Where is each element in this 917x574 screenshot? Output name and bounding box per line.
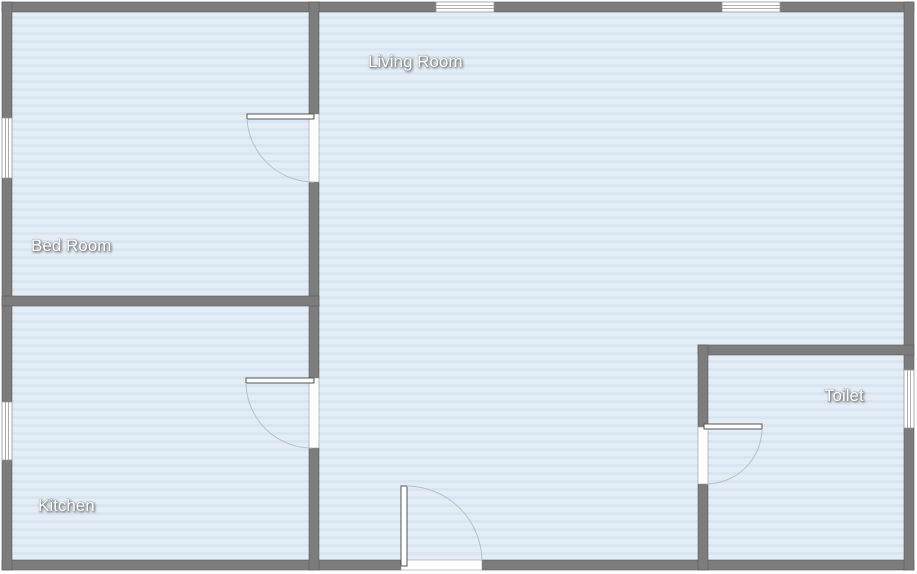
floor-plan-drawing: Living Room Bed Room Kitchen Toilet bbox=[1, 1, 915, 571]
toilet-label: Toilet bbox=[824, 386, 864, 405]
window-bed-room bbox=[1, 117, 13, 179]
kitchen-floor bbox=[12, 306, 309, 560]
window-toilet bbox=[903, 369, 915, 429]
window-kitchen bbox=[1, 401, 13, 461]
floor-plan: Living Room Bed Room Kitchen Toilet bbox=[0, 0, 917, 574]
kitchen-label: Kitchen bbox=[38, 496, 95, 515]
bed-room-label: Bed Room bbox=[31, 236, 111, 255]
window-top-left bbox=[435, 1, 495, 13]
window-top-right bbox=[721, 1, 781, 13]
toilet-floor bbox=[708, 355, 904, 560]
living-room-label: Living Room bbox=[368, 52, 463, 71]
